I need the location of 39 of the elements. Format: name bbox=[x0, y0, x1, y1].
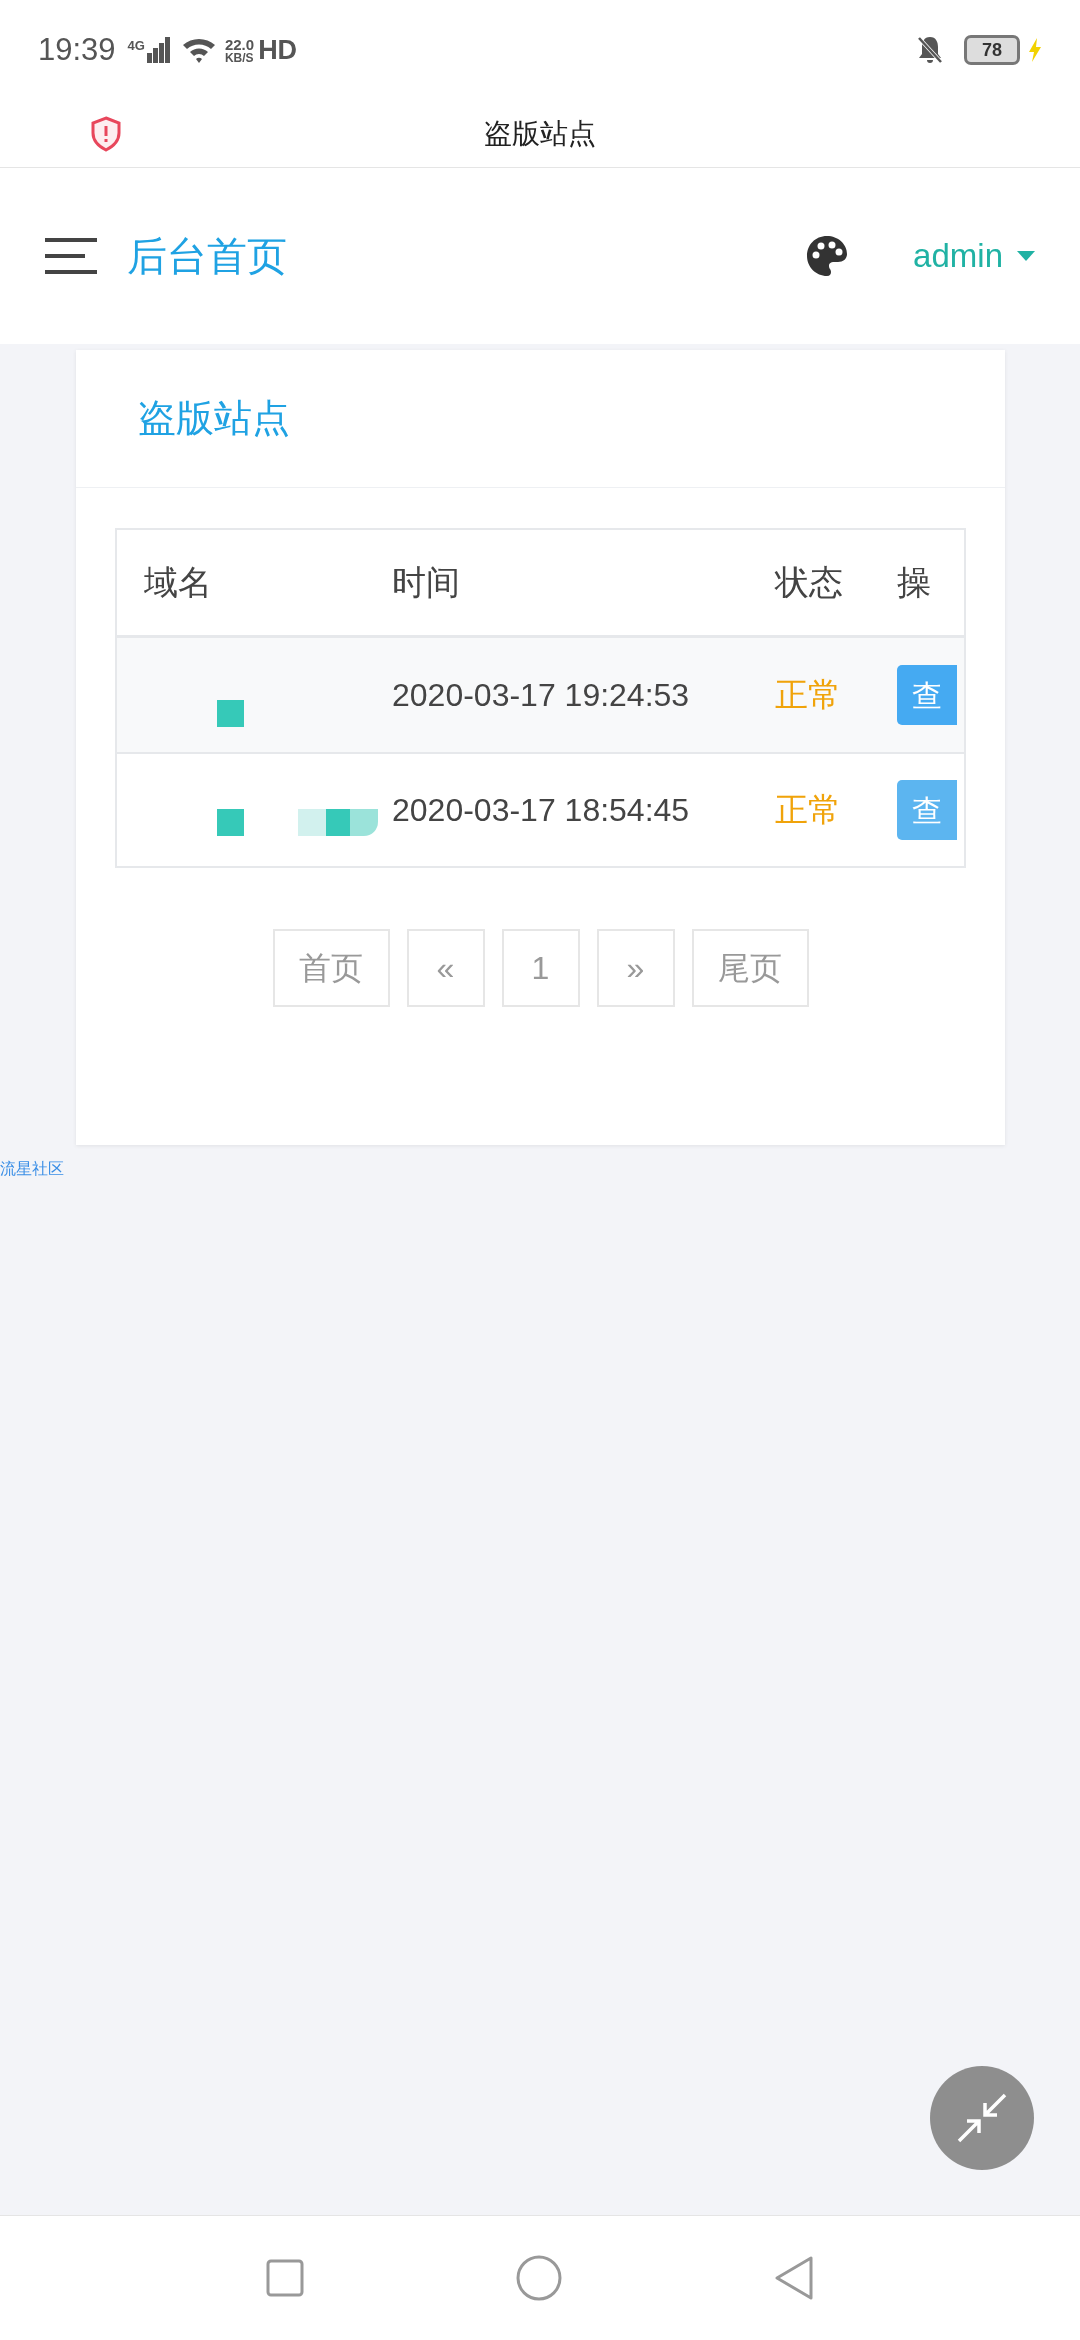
redaction-mark bbox=[217, 700, 244, 727]
battery-indicator: 78 bbox=[964, 35, 1020, 65]
view-button[interactable]: 查 bbox=[897, 780, 957, 840]
pagination-button[interactable]: 首页 bbox=[272, 929, 390, 1007]
user-menu[interactable]: admin bbox=[913, 231, 1035, 281]
menu-icon[interactable] bbox=[45, 238, 97, 274]
pagination-button[interactable]: 尾页 bbox=[691, 929, 809, 1007]
network-label: 4G bbox=[127, 37, 145, 55]
column-header: 域名 bbox=[143, 562, 213, 603]
card-title: 盗版站点 bbox=[138, 396, 290, 441]
back-icon[interactable] bbox=[774, 2255, 814, 2301]
redaction-mark bbox=[217, 809, 244, 836]
pagination-button[interactable]: « bbox=[406, 929, 485, 1007]
pagination-button[interactable]: 1 bbox=[501, 929, 580, 1007]
footer-link[interactable]: 流星社区 bbox=[0, 1160, 64, 1177]
pagination-button[interactable]: » bbox=[596, 929, 675, 1007]
view-button[interactable]: 查 bbox=[897, 665, 957, 725]
status-cell-text: 正常 bbox=[775, 675, 842, 716]
column-header: 状态 bbox=[775, 562, 844, 603]
caret-icon bbox=[1017, 251, 1035, 261]
header-title[interactable]: 后台首页 bbox=[127, 226, 287, 286]
column-header: 操 bbox=[897, 562, 932, 603]
signal-icon bbox=[146, 37, 171, 63]
palette-icon[interactable] bbox=[805, 234, 850, 278]
status-time: 19:39 bbox=[38, 30, 116, 69]
page-title: 盗版站点 bbox=[484, 116, 596, 151]
speed-unit: KB/S bbox=[224, 51, 255, 64]
column-header: 时间 bbox=[391, 562, 461, 603]
charging-icon bbox=[1028, 38, 1042, 62]
hd-label: HD bbox=[258, 33, 298, 67]
recents-icon[interactable] bbox=[266, 2259, 304, 2297]
time-cell-text: 2020-03-17 19:24:53 bbox=[391, 676, 691, 715]
bell-muted-icon bbox=[916, 35, 944, 65]
speed-value: 22.0 bbox=[224, 36, 255, 52]
status-cell-text: 正常 bbox=[775, 790, 842, 831]
collapse-icon bbox=[955, 2091, 1009, 2145]
time-cell-text: 2020-03-17 18:54:45 bbox=[391, 791, 691, 830]
shield-alert-icon[interactable] bbox=[90, 115, 122, 152]
home-icon[interactable] bbox=[516, 2255, 562, 2301]
